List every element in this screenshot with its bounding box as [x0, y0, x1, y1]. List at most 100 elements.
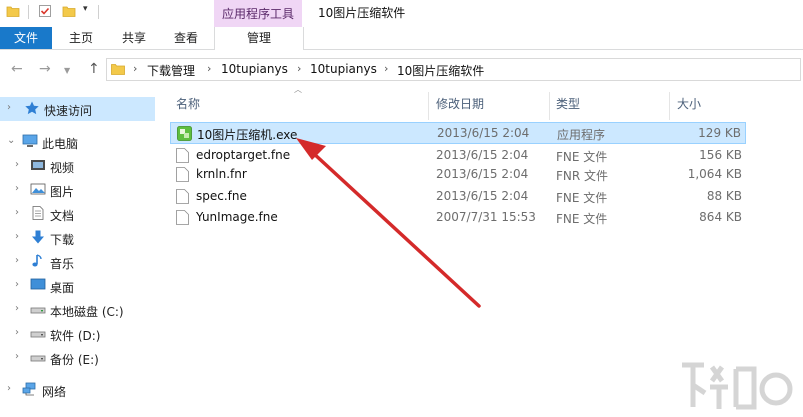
- table-row[interactable]: 10图片压缩机.exe 2013/6/15 2:04 应用程序 129 KB: [170, 122, 746, 144]
- sidebar-item-pictures[interactable]: › 图片: [0, 178, 155, 202]
- sidebar-item-label: 音乐: [50, 257, 75, 271]
- column-divider[interactable]: [669, 92, 670, 120]
- tab-file[interactable]: 文件: [0, 27, 52, 49]
- chevron-right-icon[interactable]: ›: [15, 159, 19, 170]
- file-type: FNE 文件: [556, 150, 608, 164]
- chevron-right-icon[interactable]: ›: [7, 102, 11, 113]
- new-folder-icon[interactable]: [62, 4, 76, 18]
- file-icon: [176, 189, 189, 204]
- sidebar-item-music[interactable]: › 音乐: [0, 250, 155, 274]
- sidebar-item-drive-c[interactable]: › 本地磁盘 (C:): [0, 298, 155, 322]
- sidebar-item-label: 快速访问: [44, 104, 93, 118]
- breadcrumb-separator[interactable]: ›: [207, 62, 211, 75]
- column-header-date[interactable]: 修改日期: [436, 94, 546, 120]
- sidebar-item-label: 本地磁盘 (C:): [50, 305, 124, 319]
- table-row[interactable]: krnln.fnr 2013/6/15 2:04 FNR 文件 1,064 KB: [170, 164, 746, 186]
- chevron-right-icon[interactable]: ›: [15, 327, 19, 338]
- exe-icon: [177, 126, 192, 141]
- desktop-icon: [30, 278, 46, 290]
- file-size: 88 KB: [706, 189, 742, 203]
- title-bar: ▾ 应用程序工具 10图片压缩软件: [0, 0, 803, 27]
- sidebar-item-documents[interactable]: › 文档: [0, 202, 155, 226]
- file-modified-date: 2013/6/15 2:04: [436, 189, 529, 203]
- sidebar-item-quick-access[interactable]: › 快速访问: [0, 97, 155, 121]
- file-size: 864 KB: [699, 210, 742, 224]
- file-icon: [176, 210, 189, 225]
- toolbar-divider: [98, 5, 99, 19]
- sidebar-item-label: 此电脑: [42, 137, 79, 151]
- file-icon: [176, 167, 189, 182]
- drive-icon: [30, 355, 46, 362]
- star-icon: [25, 101, 39, 115]
- navigation-pane: › 快速访问 ⌄ 此电脑 › 视频 › 图片 › 文档 › 下载 › 音乐 › …: [0, 92, 155, 417]
- sidebar-item-label: 网络: [42, 385, 67, 399]
- file-size: 1,064 KB: [687, 167, 742, 181]
- chevron-right-icon[interactable]: ›: [15, 255, 19, 266]
- chevron-right-icon[interactable]: ›: [15, 207, 19, 218]
- chevron-right-icon[interactable]: ›: [15, 279, 19, 290]
- breadcrumb-separator[interactable]: ›: [133, 62, 137, 75]
- music-icon: [32, 254, 42, 267]
- toolbar-divider: [28, 5, 29, 19]
- file-type: FNE 文件: [556, 191, 608, 205]
- watermark-logo: [682, 362, 793, 410]
- up-arrow-icon[interactable]: ↑: [88, 61, 100, 77]
- chevron-down-icon[interactable]: ⌄: [7, 135, 15, 146]
- file-size: 129 KB: [698, 126, 741, 140]
- chevron-right-icon[interactable]: ›: [15, 231, 19, 242]
- file-modified-date: 2013/6/15 2:04: [436, 167, 529, 181]
- breadcrumb-item[interactable]: 10tupianys: [310, 62, 377, 76]
- sidebar-item-label: 视频: [50, 161, 75, 175]
- file-name: YunImage.fne: [196, 210, 278, 224]
- file-name: 10图片压缩机.exe: [197, 128, 298, 142]
- sidebar-item-label: 备份 (E:): [50, 353, 99, 367]
- breadcrumb-separator[interactable]: ›: [384, 62, 388, 75]
- tab-view[interactable]: 查看: [160, 27, 212, 49]
- properties-icon[interactable]: [38, 4, 52, 18]
- file-type: FNR 文件: [556, 169, 609, 183]
- ribbon-tabs: 文件 主页 共享 查看 管理: [0, 27, 803, 50]
- folder-icon[interactable]: [6, 4, 20, 18]
- folder-icon: [111, 64, 125, 75]
- customize-toolbar-icon[interactable]: ▾: [83, 4, 88, 14]
- breadcrumb-separator[interactable]: ›: [297, 62, 301, 75]
- sidebar-item-videos[interactable]: › 视频: [0, 154, 155, 178]
- sidebar-item-desktop[interactable]: › 桌面: [0, 274, 155, 298]
- chevron-right-icon[interactable]: ›: [15, 183, 19, 194]
- sidebar-item-drive-e[interactable]: › 备份 (E:): [0, 346, 155, 370]
- sidebar-item-downloads[interactable]: › 下载: [0, 226, 155, 250]
- file-name: spec.fne: [196, 189, 247, 203]
- sidebar-item-network[interactable]: › 网络: [0, 378, 155, 402]
- chevron-right-icon[interactable]: ›: [15, 303, 19, 314]
- video-icon: [31, 160, 45, 170]
- column-divider[interactable]: [428, 92, 429, 120]
- address-bar[interactable]: › 下载管理 › 10tupianys › 10tupianys › 10图片压…: [106, 58, 801, 81]
- file-name: krnln.fnr: [196, 167, 247, 181]
- sidebar-item-drive-d[interactable]: › 软件 (D:): [0, 322, 155, 346]
- picture-icon: [30, 183, 46, 195]
- breadcrumb-item[interactable]: 下载管理: [147, 62, 195, 79]
- table-row[interactable]: spec.fne 2013/6/15 2:04 FNE 文件 88 KB: [170, 186, 746, 208]
- column-header-type[interactable]: 类型: [556, 94, 666, 120]
- breadcrumb-item[interactable]: 10tupianys: [221, 62, 288, 76]
- breadcrumb-item[interactable]: 10图片压缩软件: [397, 62, 484, 79]
- file-name: edroptarget.fne: [196, 148, 291, 162]
- tab-share[interactable]: 共享: [109, 27, 159, 49]
- tab-home[interactable]: 主页: [55, 27, 107, 49]
- tab-manage[interactable]: 管理: [214, 27, 304, 50]
- column-divider[interactable]: [549, 92, 550, 120]
- download-icon: [32, 230, 44, 244]
- file-size: 156 KB: [699, 148, 742, 162]
- document-icon: [32, 206, 44, 220]
- computer-icon: [22, 134, 38, 147]
- sidebar-item-this-pc[interactable]: ⌄ 此电脑: [0, 130, 155, 154]
- column-header-name[interactable]: 名称: [176, 94, 426, 120]
- back-arrow-icon[interactable]: ←: [11, 61, 23, 77]
- recent-locations-icon[interactable]: ▼: [64, 66, 70, 75]
- chevron-right-icon[interactable]: ›: [15, 351, 19, 362]
- column-header-size[interactable]: 大小: [677, 94, 747, 120]
- chevron-right-icon[interactable]: ›: [7, 383, 11, 394]
- file-type: FNE 文件: [556, 212, 608, 226]
- table-row[interactable]: YunImage.fne 2007/7/31 15:53 FNE 文件 864 …: [170, 207, 746, 229]
- forward-arrow-icon[interactable]: →: [39, 61, 51, 77]
